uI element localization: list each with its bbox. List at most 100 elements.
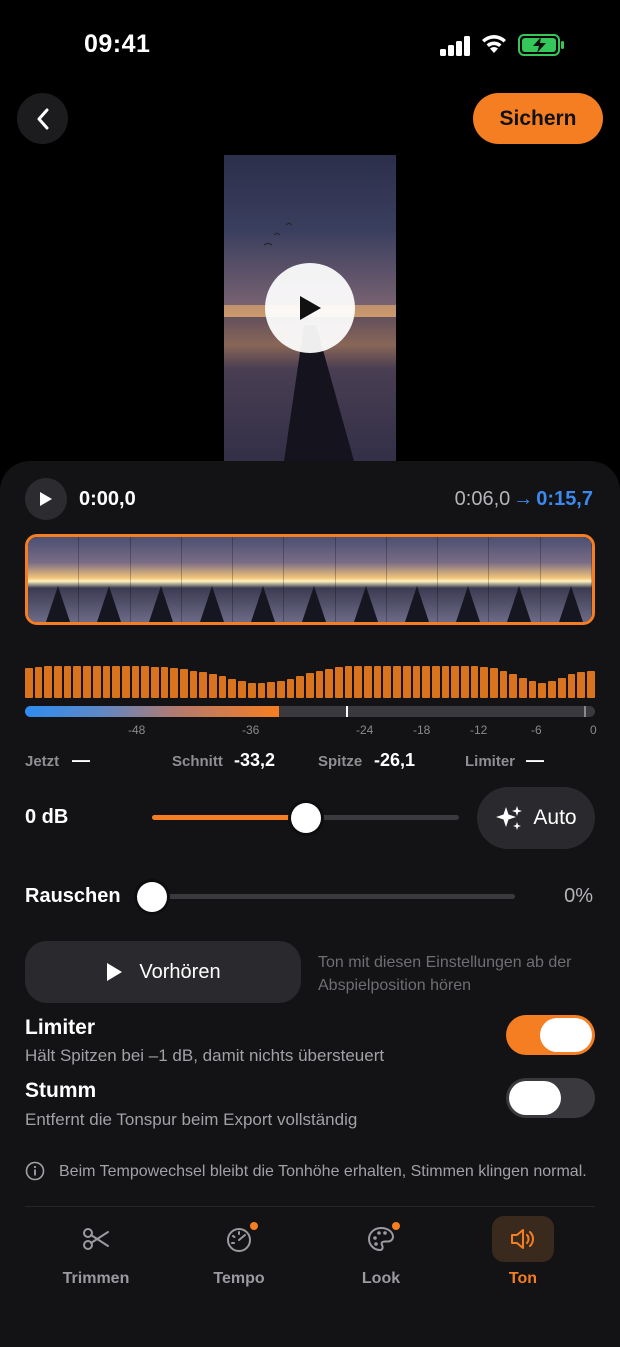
waveform-bar	[131, 666, 140, 698]
filmstrip-frame	[489, 537, 541, 622]
limiter-subtitle: Hält Spitzen bei –1 dB, damit nichts übe…	[25, 1046, 385, 1065]
tab-tempo[interactable]: Tempo	[184, 1216, 294, 1288]
waveform-bar	[586, 671, 595, 698]
waveform-bar	[305, 673, 314, 698]
chevron-left-icon	[37, 108, 48, 129]
waveform-bar	[112, 666, 120, 698]
status-time: 09:41	[84, 30, 151, 58]
volume-value: 0 dB	[25, 806, 69, 828]
waveform-bar	[296, 676, 304, 698]
waveform-bar	[519, 678, 527, 698]
auto-level-button[interactable]: Auto	[477, 787, 595, 849]
back-button[interactable]	[17, 93, 68, 144]
waveform-bar	[441, 666, 450, 698]
palette-icon	[367, 1226, 395, 1252]
waveform-bar	[577, 672, 585, 698]
play-icon	[40, 492, 52, 506]
noise-label: Rauschen	[25, 885, 121, 907]
preview-listen-button[interactable]: Vorhören	[25, 941, 301, 1003]
status-bar: 09:41	[0, 0, 620, 90]
tab-label: Ton	[508, 1270, 538, 1287]
filmstrip-frame	[284, 537, 336, 622]
waveform-bar	[92, 666, 101, 698]
waveform-bar	[538, 683, 547, 698]
trim-range: 0:06,0 → 0:15,7	[455, 488, 593, 511]
waveform-bar	[422, 666, 430, 698]
preview-listen-hint: Ton mit diesen Einstellungen ab der Absp…	[318, 954, 572, 994]
waveform-bar	[402, 666, 411, 698]
waveform-bar	[509, 674, 518, 698]
divider	[25, 1206, 595, 1207]
cellular-signal-icon	[440, 36, 472, 56]
info-note: Beim Tempowechsel bleibt die Tonhöhe erh…	[59, 1163, 587, 1180]
waveform-bar	[548, 681, 556, 698]
filmstrip-frame	[335, 537, 387, 622]
tab-label: Look	[361, 1270, 401, 1287]
play-video-button[interactable]	[265, 263, 355, 353]
peak-marker	[346, 706, 348, 717]
waveform-bar	[393, 666, 401, 698]
waveform-bar	[286, 679, 295, 698]
playback-play-button[interactable]	[25, 478, 67, 520]
audio-waveform	[25, 662, 595, 698]
waveform-bar	[63, 666, 72, 698]
mute-toggle[interactable]	[506, 1078, 595, 1118]
auto-label: Auto	[533, 806, 577, 829]
meter-scale-label: -24	[356, 723, 374, 737]
waveform-bar	[102, 666, 111, 698]
volume-slider-fill	[152, 815, 306, 820]
stat-now-value: —	[72, 750, 90, 770]
waveform-bar	[528, 681, 537, 698]
waveform-bar	[73, 666, 82, 698]
stat-now-label: Jetzt	[25, 753, 60, 770]
limit-marker	[584, 706, 586, 717]
noise-slider-track[interactable]	[152, 894, 515, 899]
waveform-bar	[383, 666, 392, 698]
waveform-bar	[218, 676, 227, 698]
save-button[interactable]: Sichern	[473, 93, 603, 144]
filmstrip-frame	[386, 537, 439, 622]
waveform-bar	[567, 674, 576, 698]
volume-slider-thumb[interactable]	[290, 803, 321, 833]
waveform-bar	[325, 669, 333, 698]
arrow-right-icon: →	[513, 488, 534, 510]
waveform-bar	[25, 668, 33, 698]
waveform-bar	[189, 671, 198, 698]
play-icon	[300, 296, 321, 320]
waveform-bar	[373, 666, 382, 698]
meter-scale-label: -48	[128, 723, 146, 737]
waveform-bar	[344, 666, 353, 698]
waveform-bar	[431, 666, 440, 698]
sparkles-icon	[496, 806, 523, 830]
filmstrip-timeline[interactable]	[25, 534, 595, 625]
tab-look[interactable]: Look	[326, 1216, 436, 1288]
meter-scale-label: 0	[590, 723, 597, 737]
speedometer-icon	[227, 1228, 251, 1252]
tab-badge-dot	[250, 1222, 258, 1230]
tab-label: Tempo	[213, 1270, 265, 1287]
mute-subtitle: Entfernt die Tonspur beim Export vollstä…	[25, 1110, 358, 1129]
waveform-bar	[335, 667, 343, 698]
waveform-bar	[499, 671, 508, 698]
limiter-toggle[interactable]	[506, 1015, 595, 1055]
stat-average-label: Schnitt	[172, 753, 223, 770]
range-start: 0:06,0	[454, 488, 511, 510]
mute-title: Stumm	[25, 1079, 97, 1102]
meter-scale-label: -6	[531, 723, 542, 737]
tab-label: Trimmen	[62, 1270, 130, 1287]
waveform-bar	[121, 666, 130, 698]
level-meter-fill	[25, 706, 279, 717]
tab-trimmen[interactable]: Trimmen	[41, 1216, 151, 1288]
battery-charging-icon	[518, 34, 564, 56]
noise-slider-thumb[interactable]	[137, 882, 167, 912]
waveform-bar	[34, 667, 43, 698]
waveform-bar	[276, 681, 285, 698]
meter-scale-label: -36	[242, 723, 260, 737]
stat-limiter-value: —	[526, 750, 544, 770]
filmstrip-frame	[79, 537, 131, 622]
level-meter	[25, 706, 595, 717]
meter-scale-label: -12	[470, 723, 488, 737]
waveform-bar	[228, 679, 237, 698]
tab-ton[interactable]: Ton	[468, 1216, 578, 1288]
waveform-bar	[83, 666, 91, 698]
